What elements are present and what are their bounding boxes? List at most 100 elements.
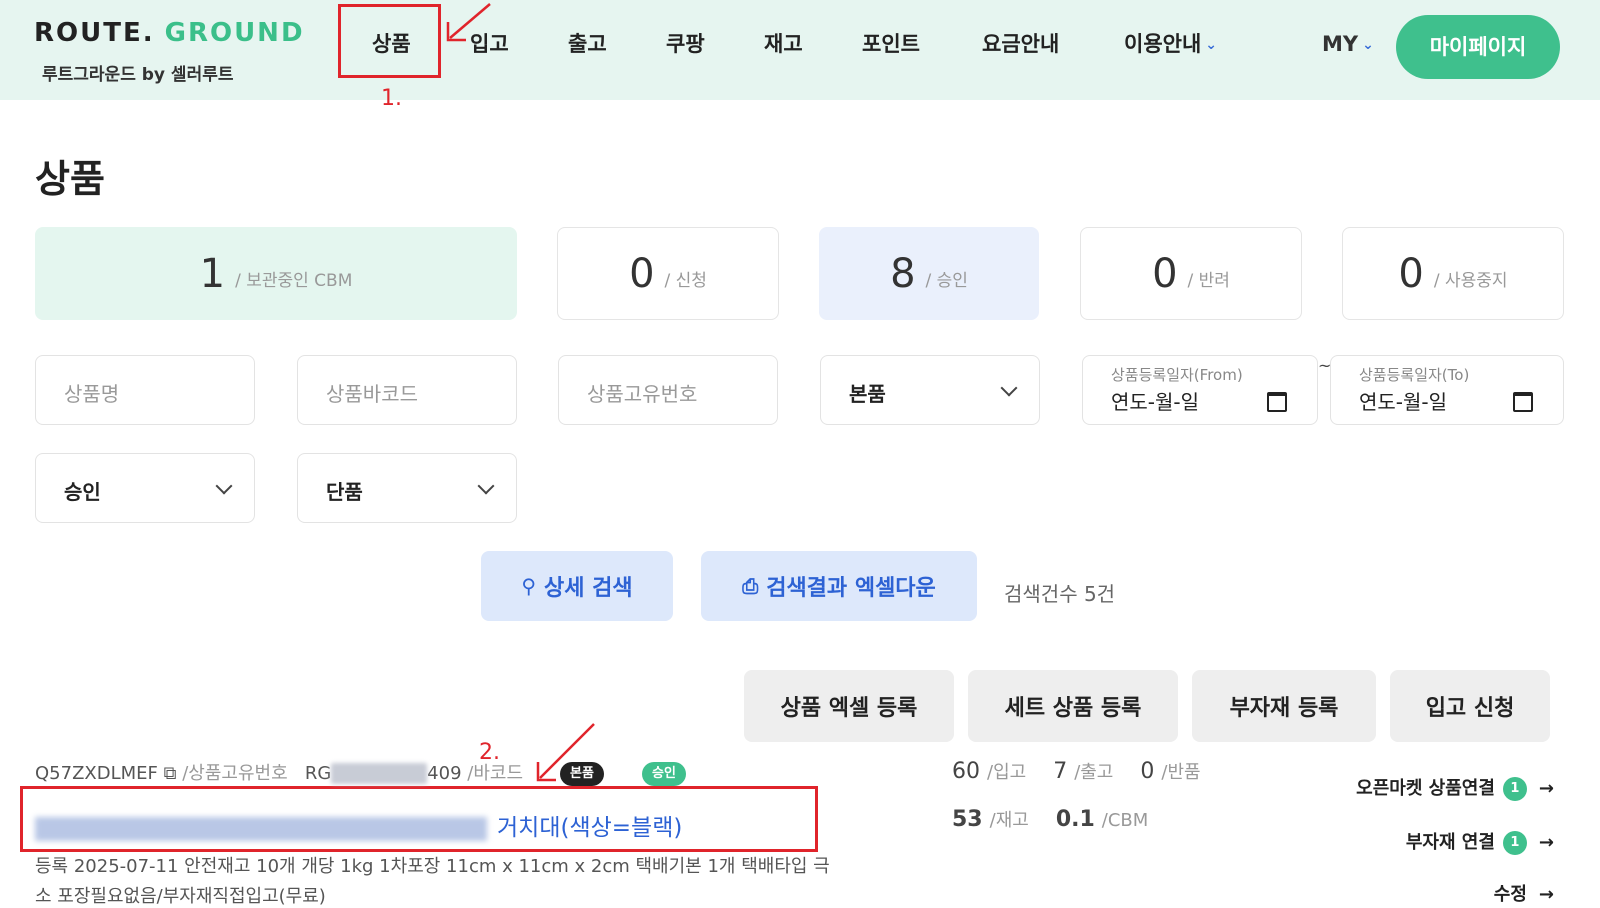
field-label: 상품등록일자(To) (1359, 366, 1470, 384)
sub-material-link-button[interactable]: 부자재 연결 1 → (1406, 828, 1554, 855)
date-placeholder: 연도-월-일 (1359, 390, 1448, 414)
nav-points[interactable]: 포인트 (862, 28, 920, 60)
search-icon: ⚲ (521, 574, 537, 598)
returned-count: 0 (1140, 759, 1155, 784)
chevron-down-icon (1000, 379, 1018, 397)
link-count-badge: 1 (1502, 831, 1527, 855)
product-barcode-prefix: RG (304, 763, 332, 784)
nav-outbound[interactable]: 출고 (568, 28, 607, 60)
mypage-button[interactable]: 마이페이지 (1396, 15, 1560, 79)
placeholder: 상품고유번호 (587, 382, 698, 406)
link-label: 부자재 연결 (1405, 832, 1495, 853)
selected-value: 단품 (326, 480, 363, 504)
product-stock-counts: 53 /재고 0.1 /CBM (952, 806, 1168, 832)
field-label: 상품등록일자(From) (1111, 366, 1243, 384)
openmarket-link-button[interactable]: 오픈마켓 상품연결 1 → (1356, 774, 1554, 801)
nav-pricing[interactable]: 요금안내 (982, 28, 1059, 60)
returned-label: /반품 (1161, 762, 1201, 783)
stat-value: 0 (1398, 250, 1424, 297)
nav-coupang[interactable]: 쿠팡 (666, 28, 705, 60)
placeholder: 상품명 (64, 382, 120, 406)
product-detail: 등록 2025-07-11 안전재고 10개 개당 1kg 1차포장 11cm … (35, 856, 830, 877)
product-name-text: 거치대(색상=블랙) (497, 815, 683, 841)
copy-icon[interactable]: ⧉ (164, 763, 177, 784)
excel-register-button[interactable]: 상품 엑셀 등록 (744, 670, 954, 742)
date-placeholder: 연도-월-일 (1111, 390, 1200, 414)
product-barcode-suffix: 409 (427, 763, 462, 784)
blurred-barcode: xxxxxxxxx (331, 763, 428, 784)
nav-inventory[interactable]: 재고 (764, 28, 803, 60)
logo[interactable]: ROUTE. GROUND (34, 18, 305, 48)
product-uid-input[interactable]: 상품고유번호 (558, 355, 778, 425)
product-type-select[interactable]: 본품 (820, 355, 1040, 425)
product-uid: Q57ZXDLMEF (35, 763, 158, 784)
set-product-register-button[interactable]: 세트 상품 등록 (968, 670, 1178, 742)
link-count-badge: 1 (1502, 777, 1527, 801)
nav-guide[interactable]: 이용안내 ⌄ (1124, 28, 1217, 60)
product-flow-counts: 60 /입고 7 /출고 0 /반품 (952, 758, 1221, 784)
product-barcode-input[interactable]: 상품바코드 (297, 355, 517, 425)
search-count: 검색건수 5건 (1004, 582, 1116, 606)
button-label: 상세 검색 (544, 576, 633, 601)
stat-rejected[interactable]: 0 / 반려 (1080, 227, 1302, 320)
calendar-icon[interactable] (1513, 392, 1533, 412)
stat-label: / 반려 (1187, 271, 1230, 291)
product-uid-label: /상품고유번호 (182, 763, 288, 784)
my-menu[interactable]: MY ⌄ (1322, 32, 1374, 56)
product-meta: Q57ZXDLMEF ⧉ /상품고유번호 RGxxxxxxxxx409 /바코드 (35, 759, 523, 785)
chevron-down-icon (215, 477, 233, 495)
inbound-request-button[interactable]: 입고 신청 (1390, 670, 1550, 742)
date-to-input[interactable]: 상품등록일자(To) 연도-월-일 (1330, 355, 1564, 425)
product-type-badge: 본품 (560, 762, 604, 786)
product-status-badge: 승인 (642, 762, 686, 786)
cbm-value: 0.1 (1055, 807, 1095, 832)
inbound-count: 60 (952, 759, 980, 784)
edit-label: 수정 (1493, 884, 1527, 905)
annotation-arrow-1 (446, 3, 491, 42)
chevron-down-icon: ⌄ (1205, 37, 1218, 53)
detail-search-button[interactable]: ⚲ 상세 검색 (481, 551, 673, 621)
calendar-icon[interactable] (1267, 392, 1287, 412)
stat-approved[interactable]: 8 / 승인 (819, 227, 1039, 320)
product-detail-continued: 소 포장필요없음/부자재직접입고(무료) (35, 886, 326, 907)
stat-value: 0 (1152, 250, 1178, 297)
product-name-link[interactable]: 거치대(색상=블랙) (35, 808, 682, 842)
logo-route-text: ROUTE. (34, 18, 155, 48)
stat-value: 1 (199, 250, 226, 297)
stat-label: / 승인 (925, 271, 968, 291)
inbound-label: /입고 (987, 762, 1027, 783)
selected-value: 승인 (64, 480, 101, 504)
sub-material-register-button[interactable]: 부자재 등록 (1192, 670, 1376, 742)
stat-label: / 보관중인 CBM (235, 271, 353, 291)
stat-suspended[interactable]: 0 / 사용중지 (1342, 227, 1564, 320)
stat-cbm: 1 / 보관중인 CBM (35, 227, 517, 320)
stock-count: 53 (952, 807, 983, 832)
outbound-count: 7 (1053, 759, 1068, 784)
chevron-down-icon: ⌄ (1362, 37, 1374, 53)
top-header: ROUTE. GROUND 루트그라운드 by 셀러루트 상품 입고 출고 쿠팡 … (0, 0, 1600, 100)
status-select[interactable]: 승인 (35, 453, 255, 523)
chevron-down-icon (477, 477, 495, 495)
stat-value: 8 (890, 250, 916, 297)
unit-select[interactable]: 단품 (297, 453, 517, 523)
selected-value: 본품 (849, 382, 886, 406)
date-from-input[interactable]: 상품등록일자(From) 연도-월-일 (1082, 355, 1318, 425)
arrow-right-icon: → (1538, 832, 1554, 853)
annotation-label-1: 1. (381, 86, 402, 111)
annotation-box-1 (338, 4, 441, 78)
stat-label: / 사용중지 (1433, 271, 1508, 291)
blurred-product-name (35, 816, 487, 841)
file-download-icon: ⎙ (742, 574, 759, 598)
my-label: MY (1322, 32, 1359, 56)
link-label: 오픈마켓 상품연결 (1356, 778, 1495, 799)
product-name-input[interactable]: 상품명 (35, 355, 255, 425)
stat-requested[interactable]: 0 / 신청 (557, 227, 779, 320)
cbm-label: /CBM (1101, 810, 1149, 831)
excel-download-button[interactable]: ⎙ 검색결과 엑셀다운 (701, 551, 977, 621)
logo-ground-text: GROUND (164, 18, 305, 48)
page-title: 상품 (35, 157, 105, 201)
logo-subtitle: 루트그라운드 by 셀러루트 (42, 65, 234, 85)
edit-product-button[interactable]: 수정 → (1494, 880, 1554, 906)
stat-label: / 신청 (664, 271, 707, 291)
stock-label: /재고 (989, 810, 1029, 831)
